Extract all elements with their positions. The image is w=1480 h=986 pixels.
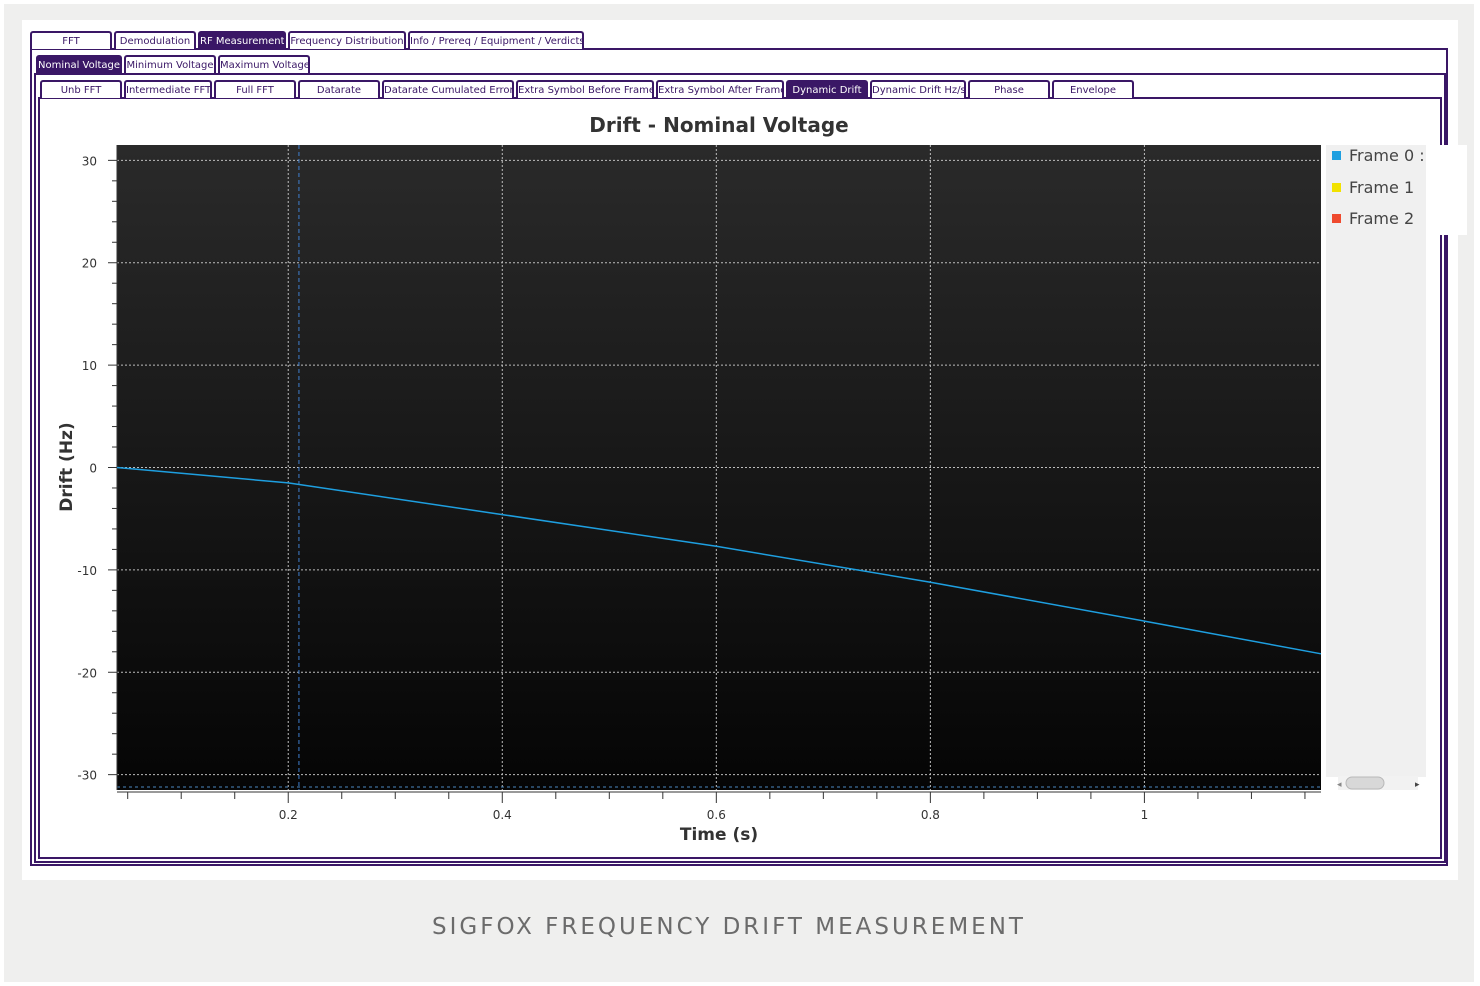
- y-tick-label: -20: [77, 666, 97, 680]
- x-tick-label: 0.6: [707, 808, 726, 822]
- y-tick-label: 10: [82, 359, 97, 373]
- x-tick-label: 1: [1141, 808, 1149, 822]
- legend-item-frame-0[interactable]: Frame 0 :: [1332, 146, 1425, 165]
- scrollbar-thumb[interactable]: [1345, 776, 1385, 790]
- legend-swatch: [1332, 151, 1341, 160]
- x-axis-label: Time (s): [680, 825, 758, 845]
- x-tick-label: 0.4: [493, 808, 512, 822]
- x-tick-label: 0.8: [921, 808, 940, 822]
- drift-chart: Drift - Nominal Voltage 30 20 10 0 -10 -20 -30…: [57, 113, 1426, 845]
- figure-caption: SIGFOX FREQUENCY DRIFT MEASUREMENT: [432, 914, 1026, 940]
- scroll-right-arrow[interactable]: ▸: [1415, 780, 1420, 790]
- legend-clip: [1427, 145, 1467, 235]
- legend-item-frame-2[interactable]: Frame 2: [1332, 209, 1414, 228]
- x-tick-label: 0.2: [279, 808, 298, 822]
- legend-scrollbar[interactable]: ◂ ▸: [1337, 776, 1420, 790]
- legend-swatch: [1332, 182, 1341, 192]
- chart-title: Drift - Nominal Voltage: [589, 113, 848, 137]
- legend-label: Frame 2: [1349, 209, 1415, 228]
- legend-label: Frame 0 :: [1349, 146, 1425, 165]
- scroll-left-arrow[interactable]: ◂: [1337, 780, 1342, 790]
- y-tick-label: 20: [82, 257, 97, 271]
- y-tick-label: 0: [89, 462, 97, 476]
- y-axis-label: Drift (Hz): [57, 422, 77, 511]
- legend-label: Frame 1: [1349, 177, 1415, 197]
- legend-item-frame-1[interactable]: Frame 1: [1332, 178, 1414, 197]
- legend-swatch: [1332, 214, 1341, 223]
- y-tick-label: -30: [77, 769, 97, 783]
- legend-background: [1326, 145, 1426, 777]
- y-tick-label: 30: [82, 154, 97, 168]
- y-tick-label: -10: [77, 564, 97, 578]
